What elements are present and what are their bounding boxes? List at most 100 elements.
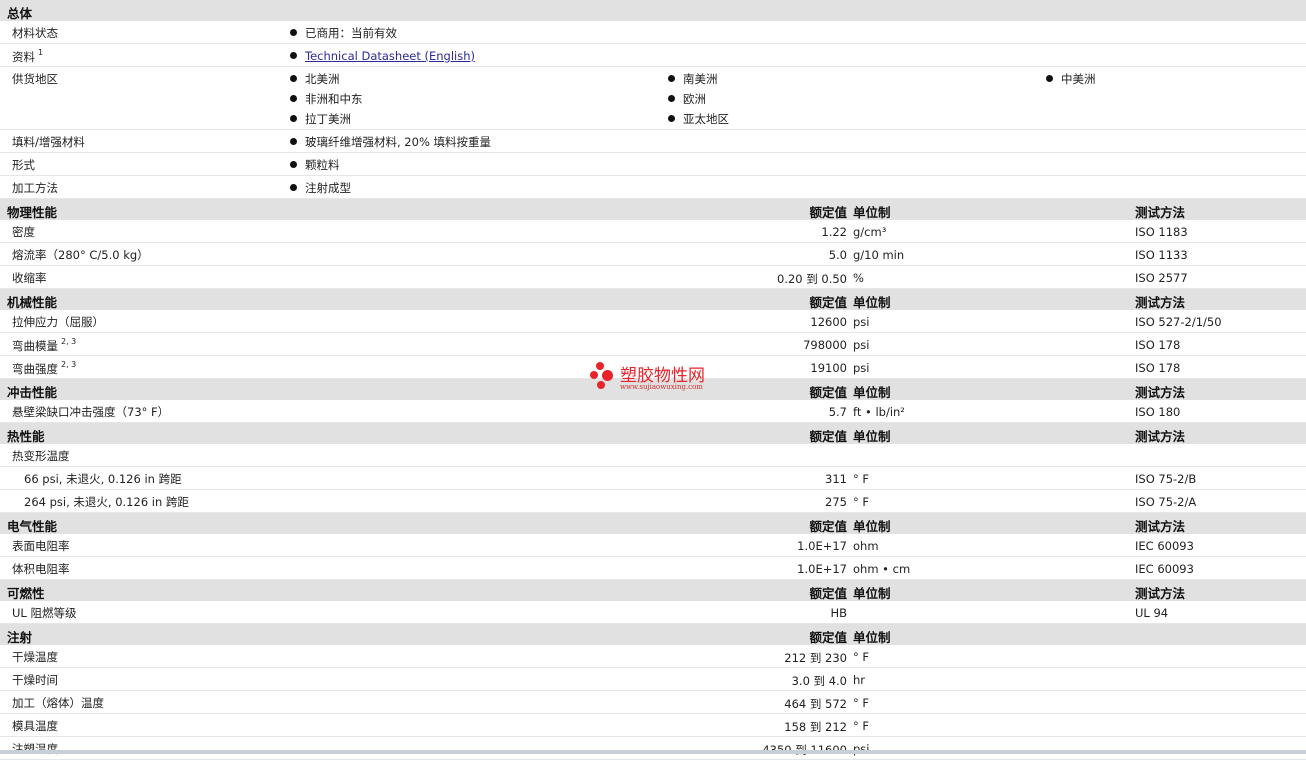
test-method: ISO 527-2/1/50 bbox=[1135, 315, 1222, 329]
property-label: 弯曲模量 2, 3 bbox=[12, 337, 77, 353]
property-label: 拉伸应力（屈服） bbox=[12, 315, 104, 329]
property-value: 158 到 212 bbox=[784, 720, 847, 734]
footnote-marker: 2, 3 bbox=[61, 337, 77, 346]
bottom-scroll-edge bbox=[0, 750, 1306, 754]
property-row: 66 psi, 未退火, 0.126 in 跨距 311 ° F ISO 75-… bbox=[0, 467, 1306, 490]
bullet-item: 已商用：当前有效 bbox=[290, 25, 397, 41]
property-label: 熔流率（280° C/5.0 kg） bbox=[12, 248, 149, 262]
section-title: 机械性能 bbox=[7, 295, 58, 310]
property-row: 弯曲模量 2, 3 798000 psi ISO 178 bbox=[0, 333, 1306, 356]
row-label: 资料 1 bbox=[12, 48, 44, 64]
bullet-icon bbox=[668, 75, 675, 82]
footnote-marker: 1 bbox=[38, 48, 44, 57]
property-unit: g/10 min bbox=[853, 248, 905, 262]
bullet-icon bbox=[290, 138, 297, 145]
property-row: 干燥时间 3.0 到 4.0 hr bbox=[0, 668, 1306, 691]
property-value: 1.0E+17 bbox=[797, 562, 847, 576]
row-label: 形式 bbox=[12, 158, 35, 172]
test-method: ISO 178 bbox=[1135, 361, 1181, 375]
col-method: 测试方法 bbox=[1135, 205, 1186, 220]
section-header-physical: 物理性能 额定值 单位制 测试方法 bbox=[0, 199, 1306, 220]
property-label: 表面电阻率 bbox=[12, 539, 70, 553]
bullet-icon bbox=[290, 115, 297, 122]
property-value: 3.0 到 4.0 bbox=[791, 674, 847, 688]
property-label: 干燥时间 bbox=[12, 673, 58, 687]
section-title: 热性能 bbox=[7, 429, 45, 444]
col-nominal: 额定值 bbox=[809, 429, 847, 444]
col-method: 测试方法 bbox=[1135, 385, 1186, 400]
property-unit: ohm • cm bbox=[853, 562, 911, 576]
processing-row: 加工方法 注射成型 bbox=[0, 176, 1306, 199]
test-method: IEC 60093 bbox=[1135, 539, 1194, 553]
region-item: 拉丁美洲 bbox=[290, 111, 351, 127]
col-unit: 单位制 bbox=[853, 586, 891, 601]
property-value: 0.20 到 0.50 bbox=[776, 272, 847, 286]
logo-dot-icon bbox=[602, 370, 613, 381]
col-unit: 单位制 bbox=[853, 385, 891, 400]
property-value: 311 bbox=[825, 472, 847, 486]
property-label: UL 阻燃等级 bbox=[12, 606, 77, 620]
property-row: 体积电阻率 1.0E+17 ohm • cm IEC 60093 bbox=[0, 557, 1306, 580]
property-unit: ° F bbox=[853, 472, 870, 486]
form-row: 形式 颗粒料 bbox=[0, 153, 1306, 176]
property-value: 1.0E+17 bbox=[797, 539, 847, 553]
col-nominal: 额定值 bbox=[809, 519, 847, 534]
property-value: 798000 bbox=[803, 338, 847, 352]
col-nominal: 额定值 bbox=[809, 630, 847, 645]
bullet-icon bbox=[668, 115, 675, 122]
property-label: 弯曲强度 2, 3 bbox=[12, 360, 77, 376]
filler-row: 填料/增强材料 玻璃纤维增强材料, 20% 填料按重量 bbox=[0, 130, 1306, 153]
bullet-icon bbox=[668, 95, 675, 102]
row-label: 供货地区 bbox=[12, 72, 58, 86]
property-label: 注塑温度 bbox=[12, 742, 58, 756]
documents-row: 资料 1 Technical Datasheet (English) bbox=[0, 44, 1306, 67]
region-item: 中美洲 bbox=[1046, 71, 1096, 87]
property-unit: ° F bbox=[853, 719, 870, 733]
col-unit: 单位制 bbox=[853, 429, 891, 444]
section-header-mechanical: 机械性能 额定值 单位制 测试方法 bbox=[0, 289, 1306, 310]
row-label: 加工方法 bbox=[12, 181, 58, 195]
property-row: 干燥温度 212 到 230 ° F bbox=[0, 645, 1306, 668]
test-method: IEC 60093 bbox=[1135, 562, 1194, 576]
section-title: 注射 bbox=[7, 630, 33, 645]
property-label: 体积电阻率 bbox=[12, 562, 70, 576]
property-value: 212 到 230 bbox=[784, 651, 847, 665]
logo-dot-icon bbox=[590, 371, 598, 379]
section-header-electrical: 电气性能 额定值 单位制 测试方法 bbox=[0, 513, 1306, 534]
bullet-icon bbox=[290, 29, 297, 36]
property-row: 收缩率 0.20 到 0.50 % ISO 2577 bbox=[0, 266, 1306, 289]
property-unit: psi bbox=[853, 338, 870, 352]
property-unit: g/cm³ bbox=[853, 225, 887, 239]
logo-dot-icon bbox=[596, 362, 604, 370]
property-value: 5.7 bbox=[828, 405, 847, 419]
property-unit: ° F bbox=[853, 696, 870, 710]
datasheet-link[interactable]: Technical Datasheet (English) bbox=[305, 49, 475, 63]
property-row: 密度 1.22 g/cm³ ISO 1183 bbox=[0, 220, 1306, 243]
bullet-item: 玻璃纤维增强材料, 20% 填料按重量 bbox=[290, 134, 491, 150]
section-header-injection: 注射 额定值 单位制 bbox=[0, 624, 1306, 645]
region-item: 欧洲 bbox=[668, 91, 706, 107]
bullet-icon bbox=[1046, 75, 1053, 82]
property-value: 12600 bbox=[810, 315, 847, 329]
property-unit: hr bbox=[853, 673, 866, 687]
property-unit: % bbox=[853, 271, 864, 285]
property-row: 熔流率（280° C/5.0 kg） 5.0 g/10 min ISO 1133 bbox=[0, 243, 1306, 266]
property-row: 注塑温度 4350 到 11600 psi bbox=[0, 737, 1306, 760]
section-title: 冲击性能 bbox=[7, 385, 58, 400]
property-unit: ohm bbox=[853, 539, 879, 553]
section-title: 电气性能 bbox=[7, 519, 58, 534]
property-unit: ft • lb/in² bbox=[853, 405, 905, 419]
region-item: 非洲和中东 bbox=[290, 91, 363, 107]
property-unit: ° F bbox=[853, 495, 870, 509]
col-unit: 单位制 bbox=[853, 295, 891, 310]
property-row: 264 psi, 未退火, 0.126 in 跨距 275 ° F ISO 75… bbox=[0, 490, 1306, 513]
availability-row: 供货地区 北美洲 南美洲 中美洲 非洲和中东 欧洲 拉丁美洲 亚太地区 bbox=[0, 67, 1306, 130]
property-value: 275 bbox=[825, 495, 847, 509]
test-method: ISO 75-2/B bbox=[1135, 472, 1197, 486]
test-method: ISO 1183 bbox=[1135, 225, 1188, 239]
property-value: HB bbox=[830, 606, 847, 620]
property-row: UL 阻燃等级 HB UL 94 bbox=[0, 601, 1306, 624]
col-unit: 单位制 bbox=[853, 519, 891, 534]
region-item: 亚太地区 bbox=[668, 111, 729, 127]
test-method: ISO 2577 bbox=[1135, 271, 1188, 285]
